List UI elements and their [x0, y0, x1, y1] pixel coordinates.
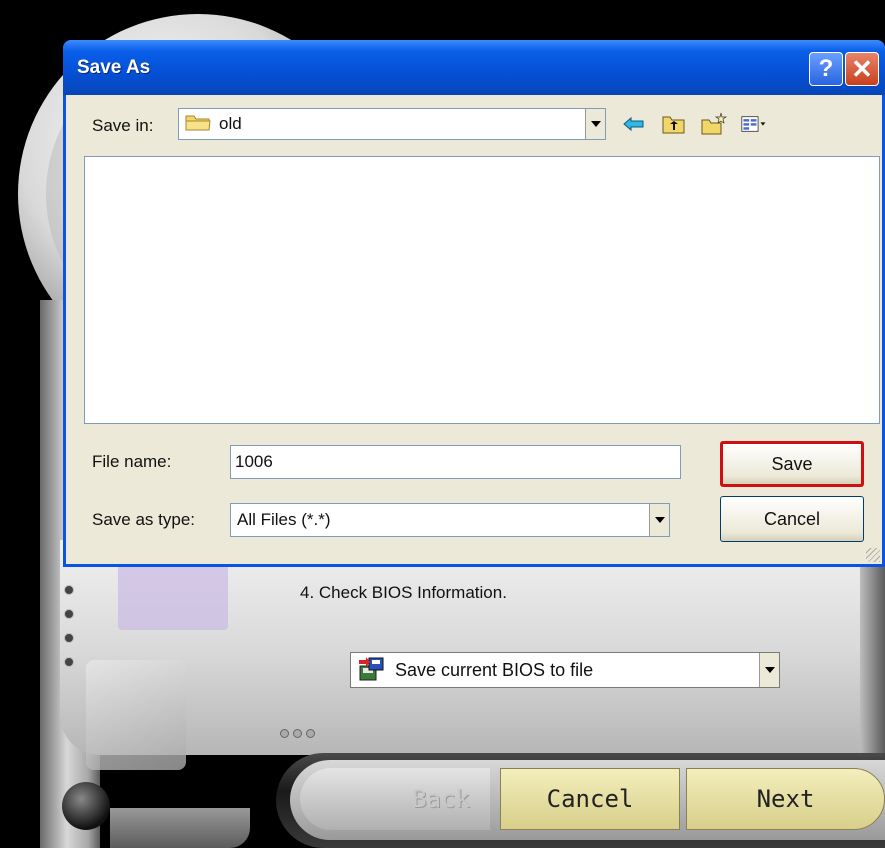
bios-action-label: Save current BIOS to file	[395, 659, 594, 680]
decorative-knob	[62, 782, 110, 830]
save-in-dropdown[interactable]: old	[178, 108, 606, 140]
save-as-type-label: Save as type:	[92, 510, 196, 529]
save-in-dropdown-button[interactable]	[585, 109, 605, 139]
chevron-down-icon	[764, 667, 775, 673]
save-as-type-value: All Files (*.*)	[237, 510, 331, 529]
back-arrow-icon[interactable]	[621, 111, 647, 137]
decorative-dots-horizontal	[280, 729, 315, 738]
next-button[interactable]: Next	[686, 768, 885, 830]
save-in-label: Save in:	[92, 116, 154, 135]
decorative-edge	[860, 540, 885, 755]
computer-graphic	[86, 660, 186, 770]
file-name-label: File name:	[92, 452, 172, 471]
decorative-dots	[64, 585, 76, 681]
bios-action-select[interactable]: Save current BIOS to file	[350, 652, 780, 688]
dialog-title: Save As	[77, 57, 151, 78]
file-name-input[interactable]: 1006	[230, 445, 681, 479]
bios-action-dropdown-button[interactable]	[759, 653, 779, 687]
new-folder-icon[interactable]	[701, 111, 727, 137]
chevron-down-icon	[654, 517, 665, 523]
close-icon: ✕	[851, 53, 873, 84]
dialog-toolbar	[621, 111, 767, 137]
save-in-value: old	[219, 114, 242, 133]
save-as-dialog: Save As ? ✕ Save in: old File name: 1006…	[63, 40, 885, 567]
help-button[interactable]: ?	[809, 52, 843, 86]
dialog-client-area: Save in: old File name: 1006 Save as typ…	[66, 95, 882, 564]
dialog-titlebar[interactable]: Save As ? ✕	[63, 40, 885, 95]
wizard-cancel-button[interactable]: Cancel	[500, 768, 680, 830]
close-button[interactable]: ✕	[845, 52, 879, 86]
view-menu-icon[interactable]	[741, 111, 767, 137]
folder-icon	[185, 112, 211, 137]
up-one-level-icon[interactable]	[661, 111, 687, 137]
chevron-down-icon	[590, 121, 601, 127]
step-instruction: 4. Check BIOS Information.	[300, 583, 507, 602]
save-button[interactable]: Save	[720, 441, 864, 487]
help-icon: ?	[818, 55, 834, 82]
save-bios-icon	[357, 656, 385, 684]
decorative-bar	[110, 808, 250, 848]
save-as-type-dropdown[interactable]: All Files (*.*)	[230, 503, 670, 537]
floppy-disk-graphic	[118, 560, 228, 630]
resize-grip[interactable]	[866, 548, 880, 562]
file-list[interactable]	[84, 156, 880, 424]
cancel-button[interactable]: Cancel	[720, 496, 864, 542]
save-as-type-dropdown-button[interactable]	[649, 504, 669, 536]
back-button[interactable]: Back	[300, 768, 490, 830]
